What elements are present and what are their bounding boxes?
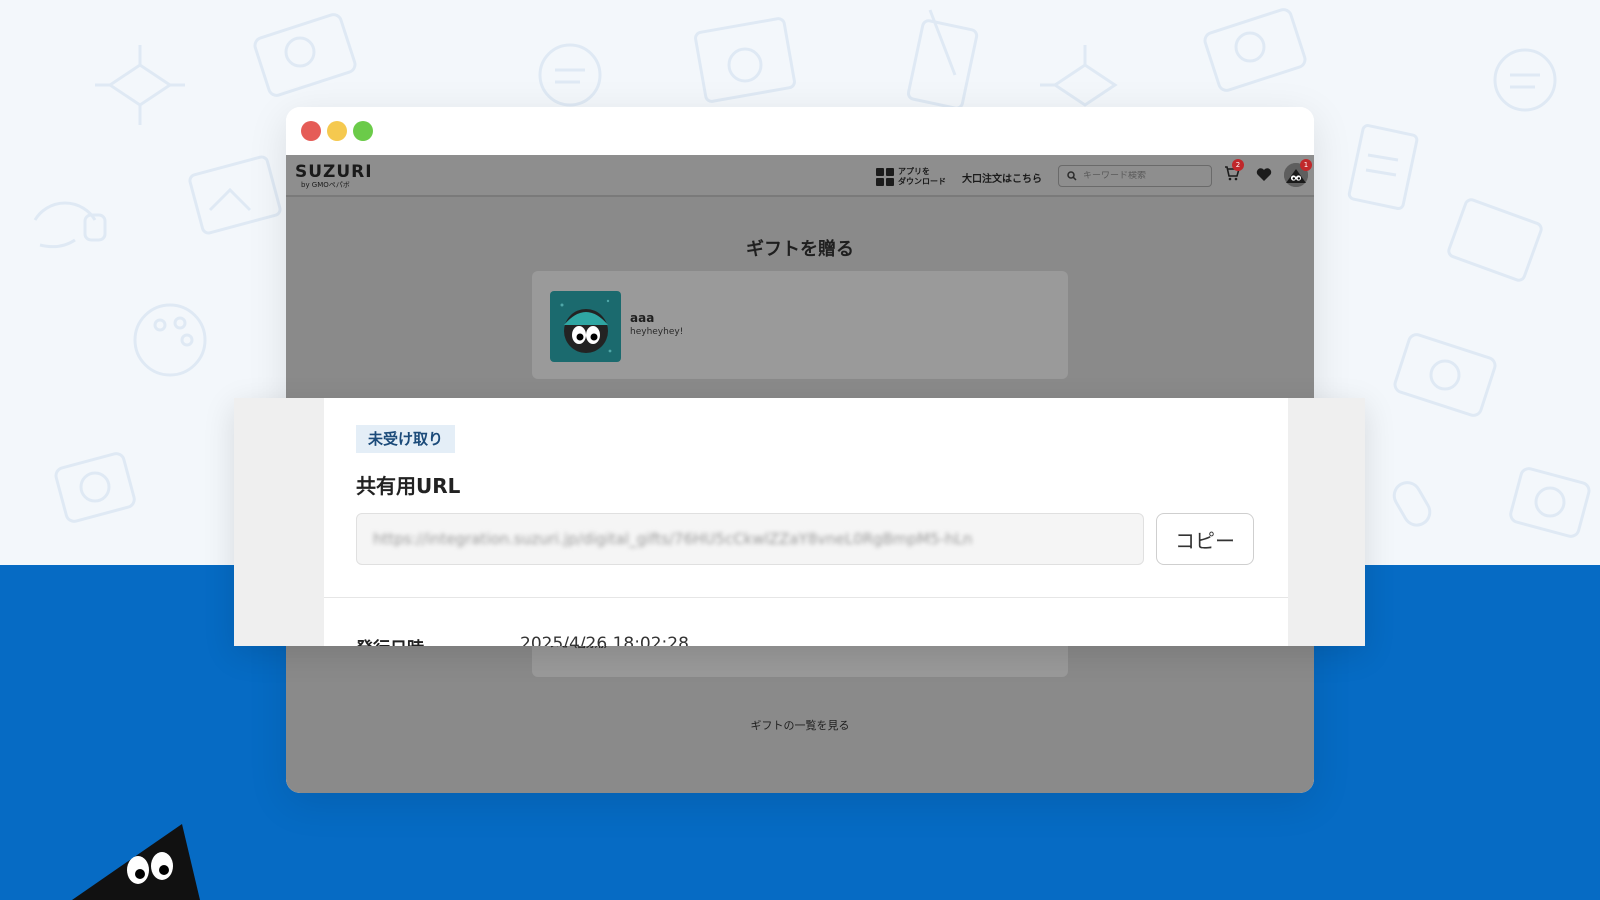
notification-badge: 1 xyxy=(1300,159,1312,171)
cube-doodle-icon xyxy=(90,40,190,130)
user-avatar[interactable]: 1 xyxy=(1284,159,1312,187)
zoom-callout-panel: 未受け取り 共有用URL https://integration.suzuri.… xyxy=(234,398,1365,646)
chat-doodle-icon-2 xyxy=(1480,35,1570,125)
issued-at-value: 2025/4/26 18:02:28 xyxy=(520,634,689,646)
cart-badge: 2 xyxy=(1232,159,1244,171)
logo-text: SUZURI xyxy=(295,162,373,182)
divider xyxy=(324,597,1288,598)
pen-tablet-doodle-icon xyxy=(900,5,990,115)
copy-button[interactable]: コピー xyxy=(1156,513,1254,565)
cart-button[interactable]: 2 xyxy=(1224,159,1244,185)
zoom-content: 未受け取り 共有用URL https://integration.suzuri.… xyxy=(324,398,1288,646)
video-player-doodle-icon-3 xyxy=(1390,330,1500,420)
app-download-line-1: アプリを xyxy=(898,167,930,176)
site-header: SUZURI by GMOペパボ アプリを ダウンロード 大口注文はこちら 2 xyxy=(286,155,1314,197)
headset-doodle-icon xyxy=(15,160,115,260)
camera-doodle-icon xyxy=(45,440,145,530)
tablet-doodle-icon xyxy=(1440,190,1550,290)
browser-video-doodle-icon xyxy=(690,15,800,105)
video-player-doodle-icon-2 xyxy=(1200,5,1310,95)
issued-at-label: 発行日時 xyxy=(356,634,424,646)
maximize-window-button[interactable] xyxy=(353,121,373,141)
video-player-doodle-icon xyxy=(250,10,360,100)
gift-product-card[interactable]: aaa heyheyhey! xyxy=(532,271,1068,379)
favorites-button[interactable] xyxy=(1256,167,1272,186)
close-window-button[interactable] xyxy=(301,121,321,141)
status-badge: 未受け取り xyxy=(356,425,456,453)
search-box[interactable] xyxy=(1058,165,1212,187)
search-input[interactable] xyxy=(1083,171,1203,181)
image-doodle-icon xyxy=(185,150,285,240)
heart-icon xyxy=(1256,168,1272,181)
microphone-doodle-icon xyxy=(1370,470,1460,560)
bulk-order-link[interactable]: 大口注文はこちら xyxy=(962,170,1042,185)
app-download-link[interactable]: アプリを ダウンロード xyxy=(876,167,946,187)
app-download-label: アプリを ダウンロード xyxy=(898,167,946,187)
qr-code-icon xyxy=(876,168,894,186)
product-thumbnail xyxy=(550,291,621,362)
window-titlebar xyxy=(286,107,1314,155)
document-doodle-icon xyxy=(1340,120,1430,220)
share-url-field[interactable]: https://integration.suzuri.jp/digital_gi… xyxy=(356,513,1144,565)
product-description: heyheyhey! xyxy=(630,327,684,337)
minimize-window-button[interactable] xyxy=(327,121,347,141)
product-name: aaa xyxy=(630,311,655,325)
suzuri-logo[interactable]: SUZURI by GMOペパボ xyxy=(295,162,373,190)
suzuri-mascot-icon xyxy=(72,820,202,900)
palette-doodle-icon xyxy=(125,295,225,395)
gift-list-link[interactable]: ギフトの一覧を見る xyxy=(286,717,1314,733)
search-icon xyxy=(1067,171,1077,181)
page-title: ギフトを贈る xyxy=(746,239,854,260)
share-url-title: 共有用URL xyxy=(356,474,461,498)
app-download-line-2: ダウンロード xyxy=(898,177,946,186)
camera-doodle-icon-2 xyxy=(1500,455,1600,545)
share-url-value: https://integration.suzuri.jp/digital_gi… xyxy=(373,530,973,548)
